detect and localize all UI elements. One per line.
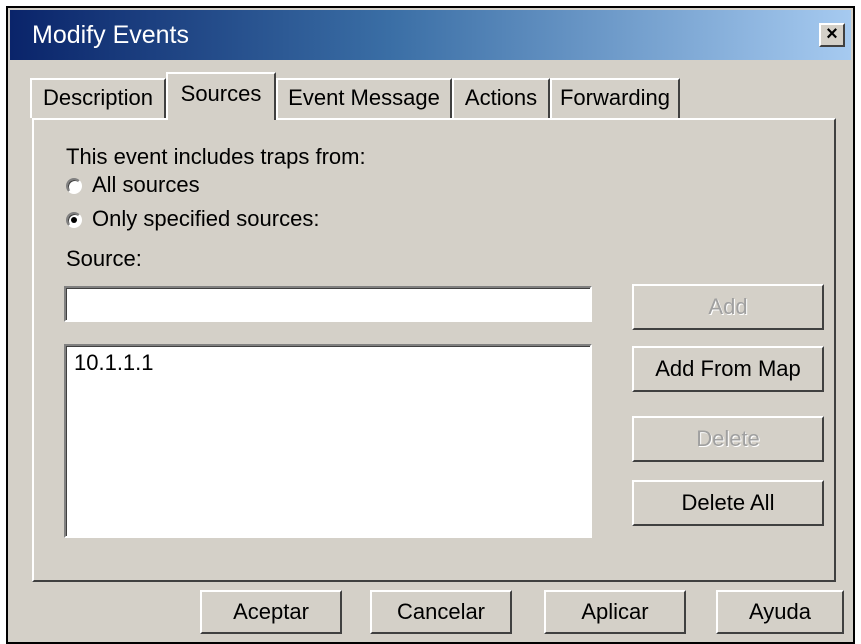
- modify-events-dialog: Modify Events × Description Sources Even…: [6, 6, 855, 644]
- close-icon: ×: [826, 23, 838, 45]
- add-button[interactable]: Add: [632, 284, 824, 330]
- delete-all-button[interactable]: Delete All: [632, 480, 824, 526]
- radio-all-sources[interactable]: [66, 178, 82, 194]
- window-title: Modify Events: [32, 21, 190, 49]
- add-from-map-button[interactable]: Add From Map: [632, 346, 824, 392]
- sources-panel: This event includes traps from: All sour…: [32, 118, 836, 582]
- radio-specified-sources-label[interactable]: Only specified sources:: [92, 206, 319, 232]
- source-list[interactable]: 10.1.1.1: [64, 344, 592, 538]
- intro-label: This event includes traps from:: [66, 144, 366, 169]
- ok-button[interactable]: Aceptar: [200, 590, 342, 634]
- radio-all-sources-label[interactable]: All sources: [92, 172, 200, 198]
- title-bar[interactable]: Modify Events ×: [10, 10, 851, 60]
- delete-button[interactable]: Delete: [632, 416, 824, 462]
- tab-event-message[interactable]: Event Message: [276, 78, 452, 118]
- radio-specified-sources[interactable]: [66, 212, 82, 228]
- radio-selected-dot: [71, 217, 77, 223]
- tab-actions[interactable]: Actions: [452, 78, 550, 118]
- apply-button[interactable]: Aplicar: [544, 590, 686, 634]
- tab-sources[interactable]: Sources: [166, 72, 276, 120]
- cancel-button[interactable]: Cancelar: [370, 590, 512, 634]
- close-button[interactable]: ×: [819, 23, 845, 47]
- source-label: Source:: [66, 246, 142, 271]
- source-input[interactable]: [64, 286, 592, 322]
- help-button[interactable]: Ayuda: [716, 590, 844, 634]
- tab-forwarding[interactable]: Forwarding: [550, 78, 680, 118]
- tab-description[interactable]: Description: [30, 78, 166, 118]
- list-item[interactable]: 10.1.1.1: [74, 350, 154, 376]
